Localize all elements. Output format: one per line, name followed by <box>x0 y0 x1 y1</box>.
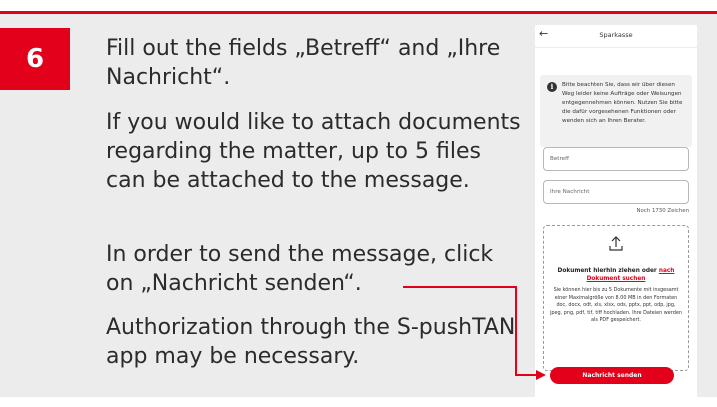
pointer-arrow <box>403 286 546 380</box>
